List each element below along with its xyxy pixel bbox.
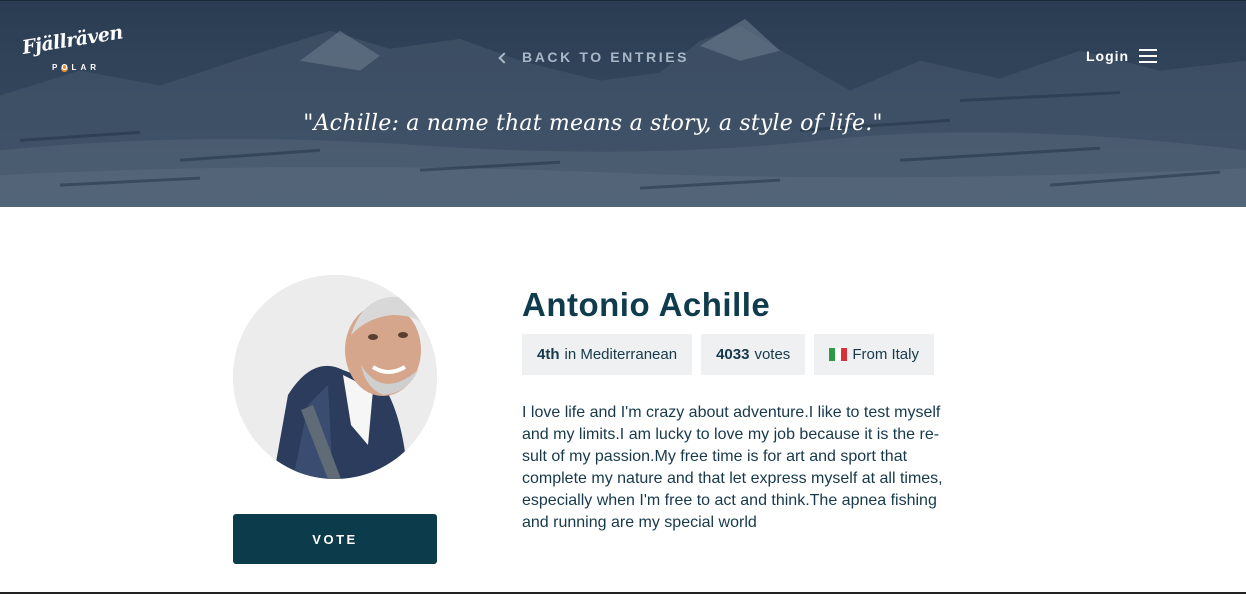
bio-text: I love life and I'm crazy about adventur… [522, 404, 943, 531]
votes-count: 4033 [716, 346, 750, 363]
login-link[interactable]: Login [1086, 48, 1129, 64]
votes-badge: 4033 votes [701, 334, 806, 375]
rank-value: 4th [537, 346, 560, 363]
origin-badge: From Italy [814, 334, 934, 375]
profile-quote: "Achille: a name that means a story, a s… [303, 111, 883, 136]
vote-button[interactable]: VOTE [233, 514, 437, 564]
back-to-entries-link[interactable]: BACK TO ENTRIES [498, 47, 690, 67]
brand-logo[interactable]: Fjällräven POLAR [21, 21, 124, 77]
votes-label: votes [754, 346, 791, 363]
contestant-name: Antonio Achille [522, 286, 771, 323]
hamburger-menu-icon[interactable] [1139, 49, 1157, 64]
rank-region: in Mediterranean [564, 346, 678, 363]
brand-logo-subtitle: POLAR [52, 63, 100, 72]
hero-overlay [0, 1, 1246, 207]
avatar-photo [233, 275, 437, 479]
hero-header: Fjällräven POLAR BACK TO ENTRIES Login "… [0, 0, 1246, 207]
rank-badge: 4th in Mediterranean [522, 334, 693, 375]
stats-badges: 4th in Mediterranean 4033 votes From Ita… [522, 334, 934, 375]
back-to-entries-label: BACK TO ENTRIES [522, 49, 690, 65]
avatar [233, 275, 437, 479]
italy-flag-icon [829, 348, 848, 361]
chevron-left-icon [498, 51, 510, 64]
origin-label: From Italy [852, 346, 919, 363]
